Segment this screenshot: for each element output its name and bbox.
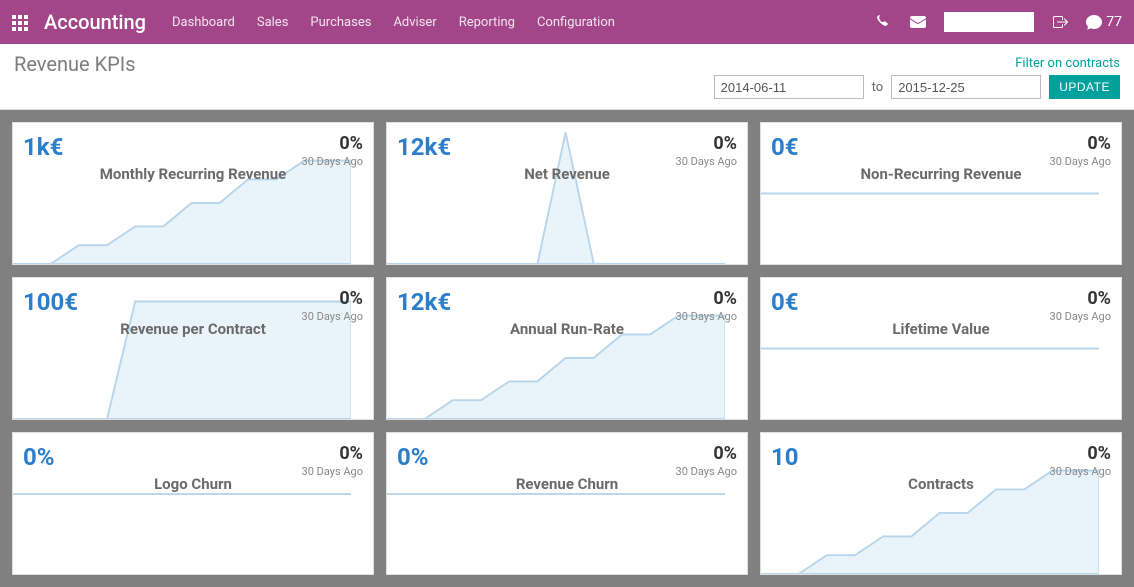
kpi-delta: 0% [339, 443, 363, 464]
kpi-value: 10 [771, 443, 799, 471]
phone-icon[interactable] [876, 14, 892, 30]
to-label: to [872, 80, 884, 95]
notification-button[interactable]: 77 [1086, 14, 1122, 30]
kpi-value: 12k€ [397, 133, 451, 161]
kpi-card-revenue-churn[interactable]: 0% 0% 30 Days Ago Revenue Churn [386, 432, 748, 575]
kpi-value: 1k€ [23, 133, 63, 161]
sparkline-icon [761, 433, 1099, 574]
logout-icon[interactable] [1052, 14, 1068, 30]
kpi-delta: 0% [339, 288, 363, 309]
kpi-value: 0€ [771, 288, 799, 316]
kpi-card-logo-churn[interactable]: 0% 0% 30 Days Ago Logo Churn [12, 432, 374, 575]
kpi-delta: 0% [713, 133, 737, 154]
kpi-card-non-recurring[interactable]: 0€ 0% 30 Days Ago Non-Recurring Revenue [760, 122, 1122, 265]
sparkline-icon [387, 433, 725, 574]
kpi-label: Revenue Churn [387, 475, 747, 493]
kpi-label: Monthly Recurring Revenue [13, 165, 373, 183]
search-input[interactable] [944, 12, 1034, 32]
kpi-value: 0% [23, 443, 55, 471]
kpi-value: 0€ [771, 133, 799, 161]
kpi-value: 12k€ [397, 288, 451, 316]
kpi-label: Lifetime Value [761, 320, 1121, 338]
top-navbar: Accounting Dashboard Sales Purchases Adv… [0, 0, 1134, 44]
mail-icon[interactable] [910, 14, 926, 30]
kpi-card-contracts[interactable]: 10 0% 30 Days Ago Contracts [760, 432, 1122, 575]
kpi-delta: 0% [1087, 443, 1111, 464]
notification-count: 77 [1106, 14, 1122, 30]
kpi-card-mrr[interactable]: 1k€ 0% 30 Days Ago Monthly Recurring Rev… [12, 122, 374, 265]
apps-icon[interactable] [12, 15, 30, 29]
kpi-value: 0% [397, 443, 429, 471]
kpi-delta: 0% [713, 288, 737, 309]
sparkline-icon [13, 123, 351, 264]
date-from-input[interactable] [714, 75, 864, 99]
kpi-delta: 0% [1087, 133, 1111, 154]
kpi-label: Non-Recurring Revenue [761, 165, 1121, 183]
kpi-card-net-revenue[interactable]: 12k€ 0% 30 Days Ago Net Revenue [386, 122, 748, 265]
kpi-grid: 1k€ 0% 30 Days Ago Monthly Recurring Rev… [0, 110, 1134, 587]
app-title: Accounting [44, 10, 146, 34]
kpi-delta: 0% [1087, 288, 1111, 309]
nav-reporting[interactable]: Reporting [459, 15, 515, 30]
kpi-label: Revenue per Contract [13, 320, 373, 338]
kpi-card-ltv[interactable]: 0€ 0% 30 Days Ago Lifetime Value [760, 277, 1122, 420]
nav-purchases[interactable]: Purchases [310, 15, 371, 30]
nav-adviser[interactable]: Adviser [393, 15, 436, 30]
date-to-input[interactable] [891, 75, 1041, 99]
filter-contracts-link[interactable]: Filter on contracts [1015, 56, 1120, 71]
kpi-card-arr[interactable]: 12k€ 0% 30 Days Ago Annual Run-Rate [386, 277, 748, 420]
control-bar: Filter on contracts to UPDATE Revenue KP… [0, 44, 1134, 110]
sparkline-icon [761, 123, 1099, 264]
kpi-label: Contracts [761, 475, 1121, 493]
kpi-card-rev-per-contract[interactable]: 100€ 0% 30 Days Ago Revenue per Contract [12, 277, 374, 420]
kpi-label: Annual Run-Rate [387, 320, 747, 338]
nav-sales[interactable]: Sales [257, 15, 289, 30]
kpi-value: 100€ [23, 288, 78, 316]
nav-configuration[interactable]: Configuration [537, 15, 615, 30]
update-button[interactable]: UPDATE [1049, 75, 1120, 99]
kpi-delta: 0% [713, 443, 737, 464]
sparkline-icon [761, 278, 1099, 419]
kpi-label: Net Revenue [387, 165, 747, 183]
sparkline-icon [13, 433, 351, 574]
kpi-label: Logo Churn [13, 475, 373, 493]
nav-dashboard[interactable]: Dashboard [172, 15, 235, 30]
kpi-delta: 0% [339, 133, 363, 154]
